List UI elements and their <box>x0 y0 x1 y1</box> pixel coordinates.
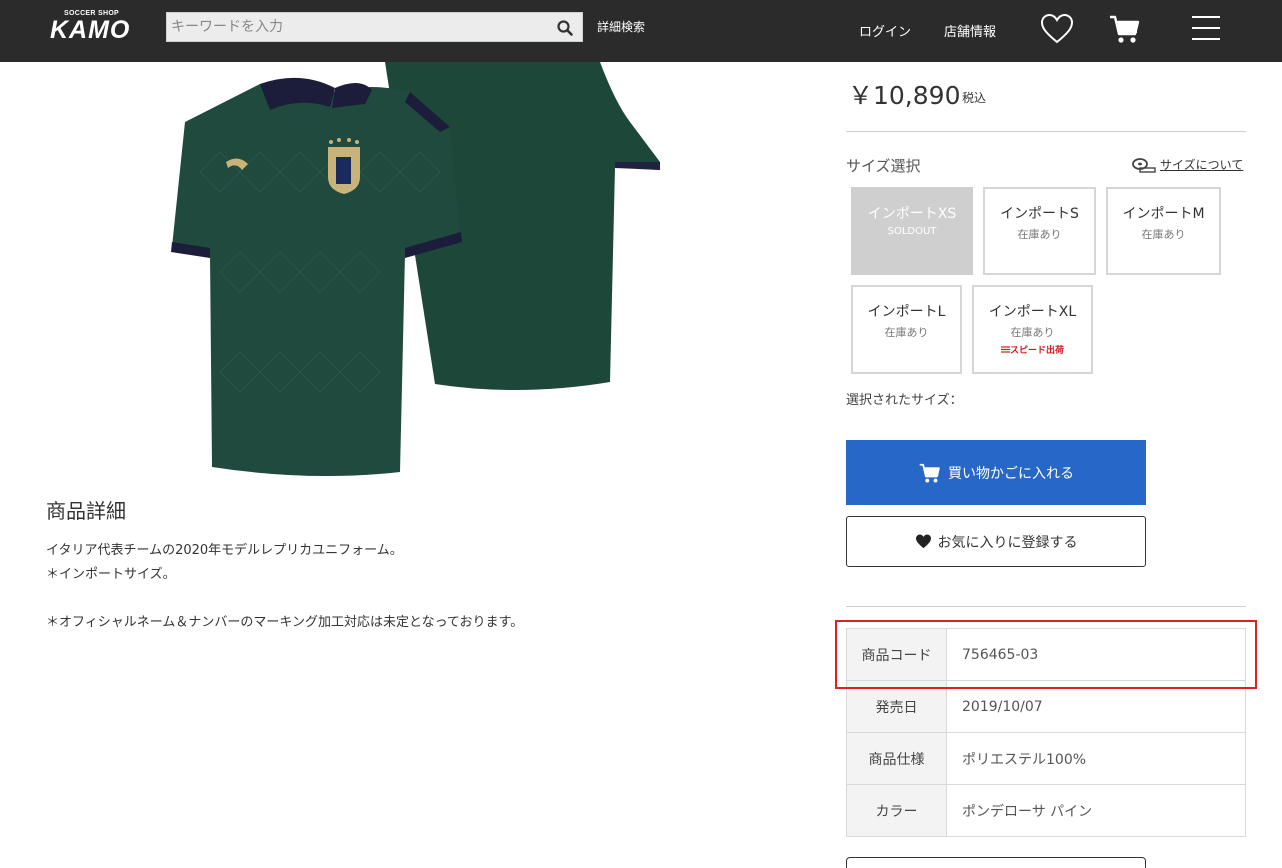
spec-label: カラー <box>846 784 947 837</box>
heart-icon[interactable] <box>1040 13 1074 49</box>
size-name: インポートM <box>1122 206 1205 222</box>
product-price: ￥10,890 <box>848 81 961 110</box>
size-option-m[interactable]: インポートM 在庫あり <box>1106 187 1221 275</box>
size-option-xs[interactable]: インポートXS SOLDOUT <box>851 187 973 275</box>
search-input[interactable] <box>167 13 547 41</box>
size-option-l[interactable]: インポートL 在庫あり <box>851 285 962 374</box>
add-to-favorites-label: お気に入りに登録する <box>937 533 1078 550</box>
site-header: SOCCER SHOP KAMO 詳細検索 ログイン 店舗情報 <box>0 0 1282 62</box>
size-name: インポートS <box>1000 206 1079 222</box>
spec-value: 2019/10/07 <box>946 680 1246 733</box>
cart-icon[interactable] <box>1109 13 1141 49</box>
site-logo[interactable]: SOCCER SHOP KAMO <box>50 10 142 44</box>
size-select-label: サイズ選択 <box>846 157 921 175</box>
table-row: 発売日 2019/10/07 <box>846 680 1246 733</box>
menu-icon[interactable] <box>1191 15 1221 45</box>
stock-status: 在庫あり <box>1010 326 1055 339</box>
size-name: インポートL <box>867 304 946 320</box>
login-link[interactable]: ログイン <box>859 21 911 40</box>
search-icon[interactable] <box>556 19 574 37</box>
divider <box>846 131 1246 132</box>
divider <box>846 606 1246 607</box>
search-box <box>166 12 583 42</box>
spec-label: 商品コード <box>846 628 947 681</box>
size-option-xl[interactable]: インポートXL 在庫あり スピード出荷 <box>972 285 1093 374</box>
spec-label: 商品仕様 <box>846 732 947 785</box>
stock-status: 在庫あり <box>884 326 929 339</box>
table-row: カラー ポンデローサ パイン <box>846 784 1246 837</box>
detail-line: ＊インポートサイズ。 <box>46 567 176 582</box>
heart-icon <box>915 534 931 549</box>
detail-line: イタリア代表チームの2020年モデルレプリカユニフォーム。 <box>46 543 403 558</box>
partial-button[interactable] <box>846 857 1146 868</box>
cart-icon <box>919 463 940 482</box>
product-image[interactable] <box>160 62 670 482</box>
product-spec-table: 商品コード 756465-03 発売日 2019/10/07 商品仕様 ポリエス… <box>846 628 1246 837</box>
size-guide-label: サイズについて <box>1160 158 1244 172</box>
advanced-search-link[interactable]: 詳細検索 <box>597 18 645 35</box>
speed-shipping-label: スピード出荷 <box>1009 346 1064 356</box>
logo-title: KAMO <box>50 16 131 44</box>
selected-size-label: 選択されたサイズ： <box>846 393 963 408</box>
spec-value: ポリエステル100% <box>946 732 1246 785</box>
stock-status: SOLDOUT <box>887 226 937 237</box>
spec-value: 756465-03 <box>946 628 1246 681</box>
detail-line: ＊オフィシャルネーム＆ナンバーのマーキング加工対応は未定となっております。 <box>46 615 524 630</box>
add-to-cart-label: 買い物かごに入れる <box>948 464 1074 481</box>
table-row: 商品仕様 ポリエステル100% <box>846 732 1246 785</box>
tax-label: 税込 <box>962 91 987 105</box>
table-row: 商品コード 756465-03 <box>846 628 1246 681</box>
add-to-cart-button[interactable]: 買い物かごに入れる <box>846 440 1146 505</box>
size-name: インポートXS <box>867 206 957 222</box>
spec-value: ポンデローサ パイン <box>946 784 1246 837</box>
speed-shipping-badge: スピード出荷 <box>974 343 1091 356</box>
add-to-favorites-button[interactable]: お気に入りに登録する <box>846 516 1146 567</box>
store-info-link[interactable]: 店舗情報 <box>944 21 996 40</box>
product-detail-title: 商品詳細 <box>46 499 126 523</box>
spec-label: 発売日 <box>846 680 947 733</box>
stock-status: 在庫あり <box>1141 228 1186 241</box>
stock-status: 在庫あり <box>1017 228 1062 241</box>
size-guide-link[interactable]: サイズについて <box>1132 156 1243 173</box>
size-name: インポートXL <box>988 304 1077 320</box>
speed-lines-icon <box>1000 346 1010 353</box>
tape-measure-icon <box>1132 157 1156 173</box>
size-option-s[interactable]: インポートS 在庫あり <box>983 187 1096 275</box>
